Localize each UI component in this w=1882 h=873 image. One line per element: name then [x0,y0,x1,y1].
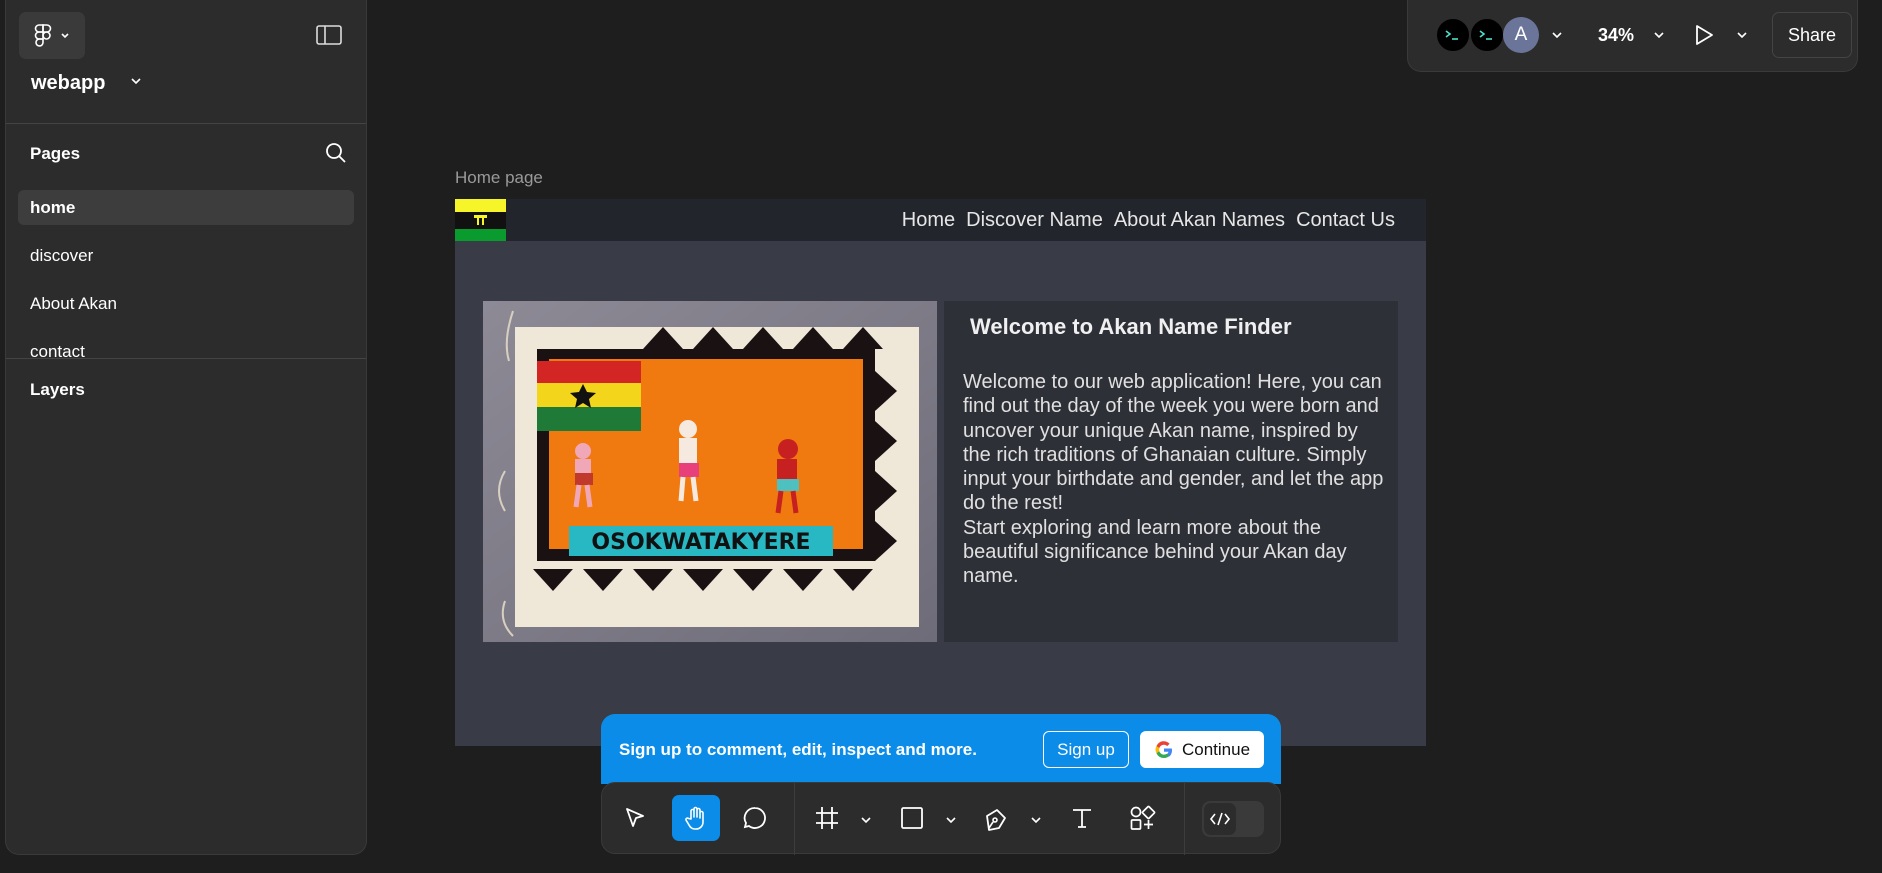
divider [1184,783,1185,855]
avatar[interactable] [1469,17,1505,53]
figma-logo-icon [34,23,52,47]
continue-label: Continue [1181,739,1251,759]
signup-banner: Sign up to comment, edit, inspect and mo… [601,714,1281,784]
page-item-home[interactable]: home [18,190,354,225]
main-menu-button[interactable] [19,12,85,59]
asafo-flag-image: OSOKWATAKYERE [483,301,937,642]
page-item-about-akan[interactable]: About Akan [18,286,354,321]
nav-link-about[interactable]: About Akan Names [1114,209,1285,232]
frame-label[interactable]: Home page [455,168,543,188]
nav-link-home[interactable]: Home [902,209,955,232]
nav-link-discover[interactable]: Discover Name [966,209,1103,232]
welcome-title: Welcome to Akan Name Finder [970,314,1292,339]
actions-icon [1130,805,1156,830]
rectangle-tool[interactable] [895,795,929,841]
dev-mode-knob [1204,803,1236,835]
text-icon [1073,809,1091,828]
terminal-icon [1479,30,1492,40]
site-navbar: Home Discover Name About Akan Names Cont… [455,199,1426,241]
signup-button[interactable]: Sign up [1043,731,1129,768]
frame-tool[interactable] [810,795,844,841]
share-button[interactable]: Share [1772,12,1852,58]
zoom-level[interactable]: 34% [1598,25,1634,46]
hand-tool[interactable] [672,795,720,841]
avatar[interactable]: A [1503,17,1539,53]
home-page-frame[interactable]: Home Discover Name About Akan Names Cont… [455,199,1426,746]
layers-heading: Layers [30,380,85,399]
divider [794,783,795,855]
frame-icon [816,807,838,829]
nav-links: Home Discover Name About Akan Names Cont… [902,209,1395,232]
chevron-down-icon[interactable] [1736,30,1748,40]
hand-icon [685,806,704,830]
move-icon [626,808,644,827]
chevron-down-icon[interactable] [860,815,872,825]
chevron-down-icon[interactable] [1030,815,1042,825]
welcome-paragraph: Start exploring and learn more about the… [963,516,1347,588]
project-title[interactable]: webapp [31,72,105,95]
chevron-down-icon [61,32,69,38]
pen-icon [986,809,1006,831]
text-tool[interactable] [1065,795,1099,841]
pages-heading: Pages [30,144,81,163]
google-icon [1155,740,1172,758]
page-item-discover[interactable]: discover [18,238,354,273]
play-icon[interactable] [1693,23,1715,47]
chevron-down-icon[interactable] [945,815,957,825]
welcome-card: Welcome to Akan Name Finder Welcome to o… [944,301,1398,642]
welcome-paragraph: Welcome to our web application! Here, yo… [963,371,1384,515]
code-icon [1209,812,1231,826]
chevron-down-icon[interactable] [130,76,142,86]
top-right-toolbar: A 34% Share [1407,0,1858,72]
sidebar-toggle-icon[interactable] [316,24,342,46]
divider [6,123,366,124]
actions-tool[interactable] [1125,795,1159,841]
page-item-contact[interactable]: contact [18,334,354,358]
signup-message: Sign up to comment, edit, inspect and mo… [619,740,977,759]
search-icon[interactable] [324,141,348,165]
banner-text: OSOKWATAKYERE [591,530,810,555]
divider [6,358,366,359]
nav-link-contact[interactable]: Contact Us [1296,209,1395,232]
left-panel: webapp Pages home discover About Akan co… [5,0,367,855]
welcome-text: Welcome to our web application! Here, yo… [963,370,1388,589]
continue-with-google-button[interactable]: Continue [1140,731,1264,768]
dev-mode-toggle[interactable] [1202,801,1264,837]
bottom-toolbar [601,782,1281,855]
chevron-down-icon[interactable] [1551,30,1563,40]
move-tool[interactable] [612,795,658,841]
rectangle-icon [901,807,923,829]
comment-tool[interactable] [732,795,778,841]
comment-icon [743,807,766,829]
avatar[interactable] [1435,17,1471,53]
chevron-down-icon[interactable] [1653,30,1665,40]
terminal-icon [1445,30,1458,40]
ghana-flag-logo [455,199,506,241]
pen-tool[interactable] [980,795,1014,841]
